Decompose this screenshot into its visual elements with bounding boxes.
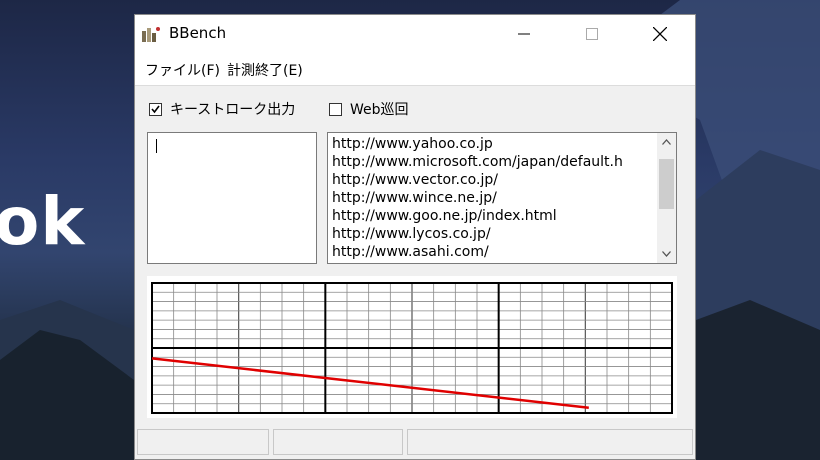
text-caret bbox=[156, 139, 157, 153]
url-list: http://www.yahoo.co.jp http://www.micros… bbox=[332, 135, 652, 261]
status-pane-3 bbox=[407, 429, 693, 455]
menu-end-measurement[interactable]: 計測終了(E) bbox=[227, 60, 303, 80]
keystroke-text-area[interactable] bbox=[147, 132, 317, 264]
chevron-down-icon bbox=[662, 251, 671, 257]
status-pane-2 bbox=[273, 429, 403, 455]
bbench-app-icon bbox=[141, 25, 161, 43]
title-bar[interactable]: BBench bbox=[135, 15, 695, 53]
url-item[interactable]: http://www.vector.co.jp/ bbox=[332, 171, 652, 189]
minimize-button[interactable] bbox=[501, 15, 547, 53]
url-item[interactable]: http://www.yahoo.co.jp bbox=[332, 135, 652, 153]
window-title: BBench bbox=[169, 24, 227, 42]
scroll-up-button[interactable] bbox=[657, 133, 676, 151]
web-patrol-checkbox[interactable] bbox=[329, 102, 342, 116]
web-patrol-label: Web巡回 bbox=[350, 102, 409, 118]
bbench-window: BBench ファイル(F) 計測終了(E) キーストローク出力 Web巡回 h… bbox=[134, 14, 696, 460]
url-item[interactable]: http://www.goo.ne.jp/index.html bbox=[332, 207, 652, 225]
close-button[interactable] bbox=[637, 15, 683, 53]
menu-bar: ファイル(F) 計測終了(E) bbox=[135, 53, 695, 85]
status-pane-1 bbox=[137, 429, 269, 455]
close-icon bbox=[653, 27, 667, 41]
url-list-box[interactable]: http://www.yahoo.co.jp http://www.micros… bbox=[327, 132, 677, 264]
desktop-partial-text: ok bbox=[0, 183, 86, 260]
menu-file[interactable]: ファイル(F) bbox=[145, 60, 220, 80]
keystroke-checkbox[interactable] bbox=[149, 102, 162, 116]
scroll-down-button[interactable] bbox=[657, 245, 676, 263]
chevron-up-icon bbox=[662, 139, 671, 145]
maximize-button[interactable] bbox=[569, 15, 615, 53]
vertical-scrollbar[interactable] bbox=[657, 133, 676, 263]
maximize-icon bbox=[586, 28, 598, 40]
keystroke-option[interactable]: キーストローク出力 bbox=[149, 99, 295, 119]
benchmark-trace bbox=[151, 357, 589, 410]
web-patrol-option[interactable]: Web巡回 bbox=[329, 99, 409, 119]
benchmark-graph bbox=[151, 282, 673, 414]
status-bar bbox=[135, 427, 695, 459]
benchmark-graph-panel bbox=[147, 276, 677, 418]
client-area: キーストローク出力 Web巡回 http://www.yahoo.co.jp h… bbox=[135, 85, 695, 428]
scroll-thumb[interactable] bbox=[659, 159, 674, 209]
minimize-icon bbox=[518, 33, 530, 35]
url-item[interactable]: http://www.lycos.co.jp/ bbox=[332, 225, 652, 243]
url-item[interactable]: http://www.wince.ne.jp/ bbox=[332, 189, 652, 207]
keystroke-label: キーストローク出力 bbox=[170, 102, 296, 118]
checkmark-icon bbox=[151, 105, 160, 113]
url-item[interactable]: http://www.asahi.com/ bbox=[332, 243, 652, 261]
url-item[interactable]: http://www.microsoft.com/japan/default.h bbox=[332, 153, 652, 171]
